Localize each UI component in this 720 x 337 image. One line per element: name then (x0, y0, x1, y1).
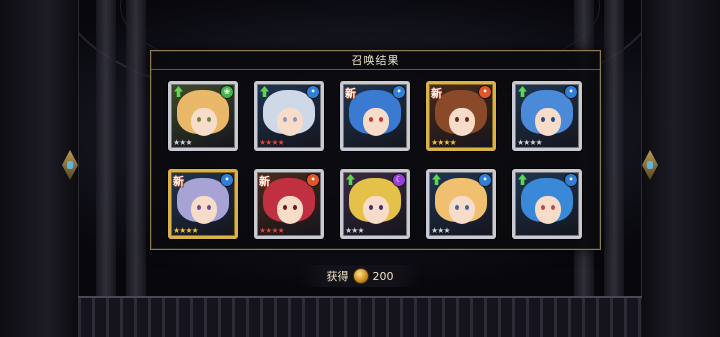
balcony-railing (78, 296, 642, 337)
character-card[interactable]: 新 • ★★★★ (426, 81, 496, 151)
character-card[interactable]: ☾ ★★★ (340, 169, 410, 239)
character-card[interactable]: 新 • ★★★★ (254, 169, 324, 239)
new-badge: 新 (173, 175, 184, 188)
character-card[interactable]: • ★★★★ (254, 81, 324, 151)
reward-label: 获得 (326, 270, 349, 283)
gold-coin-icon (353, 269, 368, 283)
reward-amount: 200 (372, 269, 394, 283)
fire-element-icon: • (307, 174, 319, 186)
rarity-stars: ★★★★ (431, 138, 457, 147)
pillar (126, 0, 146, 337)
water-element-icon: • (221, 174, 233, 186)
rarity-stars: ★★★★ (173, 226, 199, 235)
new-badge: 新 (431, 87, 442, 100)
new-badge: 新 (345, 87, 356, 100)
water-element-icon: • (479, 174, 491, 186)
character-card[interactable]: 新 • (340, 81, 410, 151)
pillar (96, 0, 116, 337)
fire-element-icon: • (479, 86, 491, 98)
title-divider (151, 69, 600, 70)
pillar (604, 0, 624, 337)
rarity-stars: ★★★★ (259, 138, 285, 147)
rarity-stars: ★★★ (431, 226, 450, 235)
result-card-grid: ❀ ★★★ • ★★★★ 新 • 新 • ★★★★ • ★★★★ 新 • ★★★★ 新 • ★★★★ ☾ ★★★ • ★… (168, 81, 582, 241)
water-element-icon: • (565, 174, 577, 186)
character-card[interactable]: • ★★★★ (512, 81, 582, 151)
rarity-stars: ★★★★ (517, 138, 543, 147)
water-element-icon: • (307, 86, 319, 98)
character-card[interactable]: 新 • ★★★★ (168, 169, 238, 239)
reward-bar: 获得 200 (300, 265, 420, 287)
rarity-stars: ★★★ (173, 138, 192, 147)
rarity-stars: ★★★ (345, 226, 364, 235)
water-element-icon: • (393, 86, 405, 98)
rarity-stars: ★★★★ (259, 226, 285, 235)
summon-result-panel: 召唤结果 ❀ ★★★ • ★★★★ 新 • 新 • ★★★★ • ★★★★ 新 • ★★★★ 新 • ★★★★ ☾… (150, 50, 601, 250)
character-card[interactable]: ❀ ★★★ (168, 81, 238, 151)
water-element-icon: • (565, 86, 577, 98)
character-card[interactable]: • (512, 169, 582, 239)
character-card[interactable]: • ★★★ (426, 169, 496, 239)
dark-element-icon: ☾ (393, 174, 405, 186)
panel-title: 召唤结果 (351, 54, 400, 67)
wind-element-icon: ❀ (221, 86, 233, 98)
new-badge: 新 (259, 175, 270, 188)
